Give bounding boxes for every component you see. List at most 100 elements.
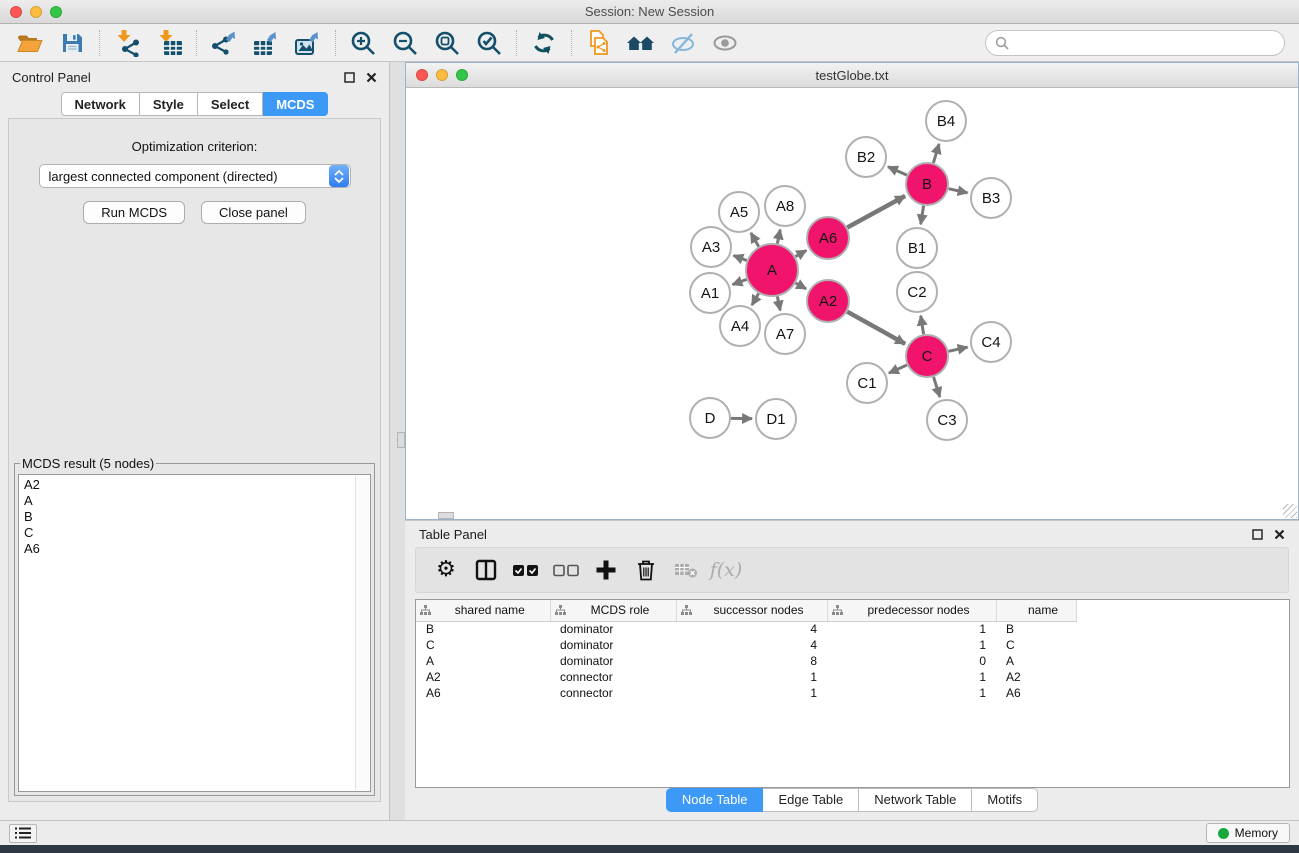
zoom-window-button[interactable]	[50, 6, 62, 18]
table-cell[interactable]: A2	[416, 669, 550, 685]
column-header-shared-name[interactable]: shared name	[416, 600, 550, 621]
hide-annotations-button[interactable]	[663, 27, 703, 59]
horizontal-splitter-handle[interactable]	[438, 512, 454, 519]
refresh-network-button[interactable]	[524, 27, 564, 59]
table-cell[interactable]: dominator	[550, 653, 676, 669]
graph-edge-C-C2[interactable]	[921, 316, 924, 335]
table-row[interactable]: Cdominator41C	[416, 637, 1076, 653]
table-cell[interactable]: 1	[827, 621, 996, 637]
mcds-result-list[interactable]: A2ABCA6	[18, 474, 371, 792]
tab-node-table[interactable]: Node Table	[666, 788, 764, 812]
graph-edge-A6-B[interactable]	[847, 196, 905, 227]
optimization-criterion-select[interactable]: largest connected component (directed)	[39, 164, 351, 188]
graph-edge-C-C4[interactable]	[948, 347, 967, 351]
graph-edge-B-B2[interactable]	[888, 167, 907, 175]
network-graph[interactable]: B4B2BB3B1A5A8A6A3AA1A2A4A7C2C4CC1C3DD1	[406, 89, 1297, 519]
graph-edge-B-B1[interactable]	[921, 206, 924, 225]
column-header-name[interactable]: name	[996, 600, 1076, 621]
graph-edge-A-A3[interactable]	[733, 255, 746, 260]
hide-all-columns-button[interactable]	[546, 552, 586, 588]
network-close-button[interactable]	[416, 69, 428, 81]
table-cell[interactable]: A	[416, 653, 550, 669]
zoom-in-button[interactable]	[343, 27, 383, 59]
home-views-button[interactable]	[621, 27, 661, 59]
table-cell[interactable]: connector	[550, 669, 676, 685]
table-settings-button[interactable]: ⚙	[426, 552, 466, 588]
graph-edge-C-C3[interactable]	[934, 377, 940, 397]
minimize-window-button[interactable]	[30, 6, 42, 18]
task-history-button[interactable]	[9, 824, 37, 843]
float-panel-icon[interactable]	[1252, 529, 1263, 540]
table-cell[interactable]: 1	[827, 685, 996, 701]
table-row[interactable]: A2connector11A2	[416, 669, 1076, 685]
save-session-button[interactable]	[52, 27, 92, 59]
table-cell[interactable]: 0	[827, 653, 996, 669]
table-cell[interactable]: C	[416, 637, 550, 653]
import-table-button[interactable]	[149, 27, 189, 59]
table-cell[interactable]: dominator	[550, 637, 676, 653]
zoom-out-button[interactable]	[385, 27, 425, 59]
memory-button[interactable]: Memory	[1206, 823, 1290, 843]
run-mcds-button[interactable]: Run MCDS	[83, 201, 185, 224]
table-cell[interactable]: 8	[676, 653, 827, 669]
graph-edge-A-A4[interactable]	[752, 293, 759, 305]
close-panel-icon[interactable]	[1274, 529, 1285, 540]
tab-motifs[interactable]: Motifs	[972, 788, 1038, 812]
graph-edge-A-A8[interactable]	[777, 230, 780, 244]
table-cell[interactable]: B	[996, 621, 1076, 637]
table-cell[interactable]: A2	[996, 669, 1076, 685]
open-session-button[interactable]	[10, 27, 50, 59]
graph-edge-B-B3[interactable]	[948, 189, 967, 193]
close-panel-button[interactable]: Close panel	[201, 201, 306, 224]
table-row[interactable]: Bdominator41B	[416, 621, 1076, 637]
zoom-selected-button[interactable]	[469, 27, 509, 59]
import-network-button[interactable]	[107, 27, 147, 59]
graph-edge-A-A7[interactable]	[777, 296, 780, 310]
column-header-successor-nodes[interactable]: successor nodes	[676, 600, 827, 621]
show-all-columns-button[interactable]	[506, 552, 546, 588]
table-cell[interactable]: A6	[416, 685, 550, 701]
duplicate-network-button[interactable]	[579, 27, 619, 59]
delete-column-button[interactable]	[626, 552, 666, 588]
export-network-button[interactable]	[204, 27, 244, 59]
graph-edge-A-A5[interactable]	[751, 233, 759, 247]
table-cell[interactable]: 4	[676, 621, 827, 637]
table-cell[interactable]: A6	[996, 685, 1076, 701]
table-cell[interactable]: connector	[550, 685, 676, 701]
table-cell[interactable]: dominator	[550, 621, 676, 637]
table-cell[interactable]: B	[416, 621, 550, 637]
column-header-MCDS-role[interactable]: MCDS role	[550, 600, 676, 621]
table-cell[interactable]: 1	[827, 637, 996, 653]
table-cell[interactable]: 1	[676, 685, 827, 701]
network-canvas[interactable]: B4B2BB3B1A5A8A6A3AA1A2A4A7C2C4CC1C3DD1	[406, 89, 1298, 519]
export-table-button[interactable]	[246, 27, 286, 59]
graph-edge-A-A6[interactable]	[795, 250, 806, 256]
table-cell[interactable]: 4	[676, 637, 827, 653]
graph-edge-A2-C[interactable]	[847, 312, 905, 344]
tab-select[interactable]: Select	[198, 92, 263, 116]
tab-network[interactable]: Network	[61, 92, 140, 116]
graph-edge-A-A1[interactable]	[733, 279, 747, 284]
network-window-titlebar[interactable]: testGlobe.txt	[406, 63, 1298, 88]
add-column-button[interactable]	[586, 552, 626, 588]
split-columns-button[interactable]	[466, 552, 506, 588]
export-image-button[interactable]	[288, 27, 328, 59]
search-input[interactable]	[1014, 34, 1275, 51]
column-header-predecessor-nodes[interactable]: predecessor nodes	[827, 600, 996, 621]
graph-edge-B-B4[interactable]	[933, 144, 939, 163]
zoom-fit-button[interactable]	[427, 27, 467, 59]
network-zoom-button[interactable]	[456, 69, 468, 81]
show-annotations-button[interactable]	[705, 27, 745, 59]
tab-mcds[interactable]: MCDS	[263, 92, 328, 116]
graph-edge-C-C1[interactable]	[889, 365, 907, 373]
tab-edge-table[interactable]: Edge Table	[763, 788, 859, 812]
result-list-scrollbar[interactable]	[355, 476, 369, 790]
table-row[interactable]: A6connector11A6	[416, 685, 1076, 701]
table-cell[interactable]: A	[996, 653, 1076, 669]
tab-network-table[interactable]: Network Table	[859, 788, 972, 812]
tab-style[interactable]: Style	[140, 92, 198, 116]
table-cell[interactable]: 1	[827, 669, 996, 685]
node-table-container[interactable]: shared nameMCDS rolesuccessor nodesprede…	[415, 599, 1290, 788]
table-cell[interactable]: C	[996, 637, 1076, 653]
table-cell[interactable]: 1	[676, 669, 827, 685]
